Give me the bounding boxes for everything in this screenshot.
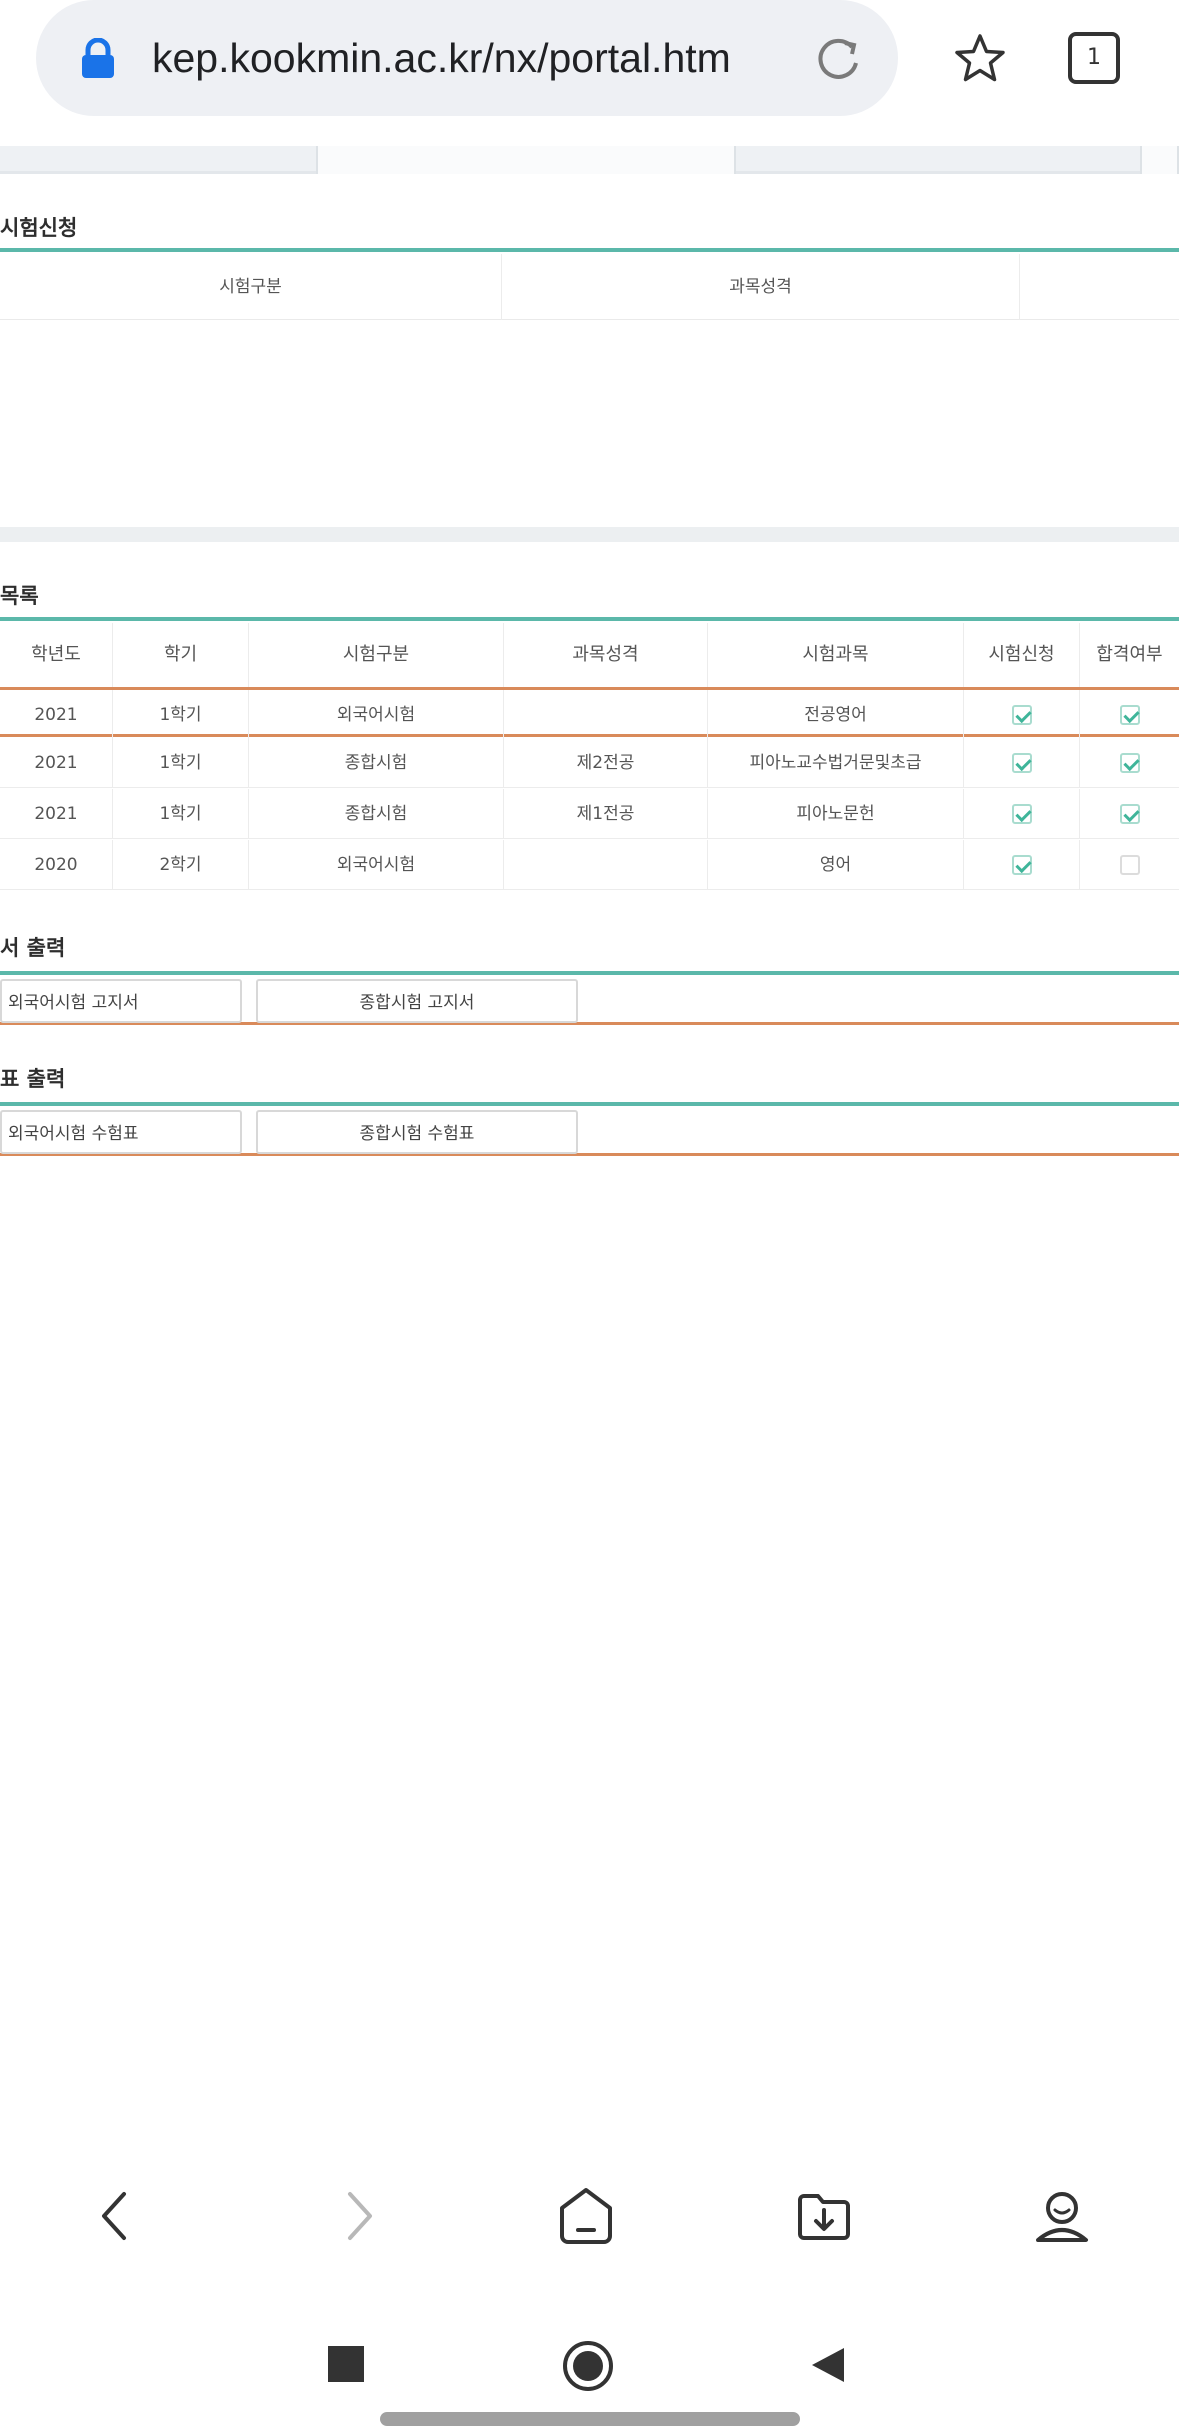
- section-separator: [0, 527, 1179, 542]
- cell-passed: [1080, 789, 1179, 839]
- cell-applied: [964, 690, 1080, 740]
- cell-applied: [964, 738, 1080, 788]
- page-top-stripe: [0, 146, 1179, 174]
- table-row[interactable]: 2020 2학기 외국어시험 영어: [0, 840, 1179, 890]
- home-button[interactable]: [562, 2340, 614, 2392]
- back-button[interactable]: [810, 2346, 846, 2384]
- cell-exam-type: 종합시험: [249, 738, 504, 788]
- cell-subject-nature: [504, 840, 708, 890]
- tab-strip-segment: [316, 146, 736, 174]
- cell-applied: [964, 789, 1080, 839]
- cell-term: 1학기: [113, 738, 249, 788]
- passed-checkbox[interactable]: [1119, 855, 1140, 875]
- table-row[interactable]: 2021 1학기 종합시험 제2전공 피아노교수법거문및초급: [0, 738, 1179, 788]
- star-icon[interactable]: [952, 31, 1008, 87]
- header-subject-nature: 과목성격: [504, 623, 708, 687]
- cell-subject: 피아노교수법거문및초급: [708, 738, 964, 788]
- cell-subject-nature: [504, 690, 708, 740]
- cell-subject-nature: 제2전공: [504, 738, 708, 788]
- cell-year: 2021: [0, 738, 113, 788]
- gesture-handle[interactable]: [380, 2412, 800, 2426]
- cell-subject-nature: 제1전공: [504, 789, 708, 839]
- ticket-section-title: 표 출력: [0, 1067, 66, 1091]
- forward-arrow-icon[interactable]: [328, 2186, 388, 2246]
- cell-passed: [1080, 840, 1179, 890]
- tabs-count-label: 1: [1087, 45, 1101, 70]
- tabs-count-button[interactable]: 1: [1068, 32, 1120, 84]
- notice-button-bar: 외국어시험 고지서 종합시험 고지서: [0, 971, 1179, 1025]
- table-row[interactable]: 2021 1학기 외국어시험 전공영어: [0, 687, 1179, 740]
- header-subject: 시험과목: [708, 623, 964, 687]
- header-year: 학년도: [0, 623, 113, 687]
- foreign-language-ticket-button[interactable]: 외국어시험 수험표: [0, 1110, 242, 1154]
- section-divider: [0, 248, 1179, 252]
- cell-term: 1학기: [113, 789, 249, 839]
- notice-section-title: 서 출력: [0, 936, 66, 960]
- home-icon[interactable]: [556, 2186, 616, 2246]
- reload-icon[interactable]: [812, 33, 864, 85]
- application-section-title: 시험신청: [0, 216, 78, 240]
- header-term: 학기: [113, 623, 249, 687]
- recent-apps-button[interactable]: [328, 2346, 364, 2382]
- ticket-button-bar: 외국어시험 수험표 종합시험 수험표: [0, 1102, 1179, 1156]
- passed-checkbox[interactable]: [1119, 753, 1140, 773]
- cell-exam-type: 외국어시험: [249, 690, 504, 740]
- cell-passed: [1080, 690, 1179, 740]
- cell-subject: 피아노문헌: [708, 789, 964, 839]
- list-section-title: 목록: [0, 584, 39, 608]
- header-empty: [1020, 254, 1179, 320]
- cell-term: 1학기: [113, 690, 249, 740]
- list-table-header: 학년도 학기 시험구분 과목성격 시험과목 시험신청 합격여부: [0, 623, 1179, 687]
- foreign-language-notice-button[interactable]: 외국어시험 고지서: [0, 979, 242, 1023]
- url-text[interactable]: kep.kookmin.ac.kr/nx/portal.htm: [152, 30, 762, 86]
- cell-subject: 전공영어: [708, 690, 964, 740]
- applied-checkbox[interactable]: [1011, 753, 1032, 773]
- cell-term: 2학기: [113, 840, 249, 890]
- passed-checkbox[interactable]: [1119, 705, 1140, 725]
- lock-icon: [82, 38, 114, 78]
- cell-year: 2021: [0, 789, 113, 839]
- applied-checkbox[interactable]: [1011, 705, 1032, 725]
- system-nav-bar: [0, 2320, 1179, 2435]
- application-table-header: 시험구분 과목성격: [0, 254, 1179, 320]
- header-applied: 시험신청: [964, 623, 1080, 687]
- cell-year: 2020: [0, 840, 113, 890]
- header-subject-nature: 과목성격: [502, 254, 1020, 320]
- applied-checkbox[interactable]: [1011, 855, 1032, 875]
- download-folder-icon[interactable]: [794, 2186, 854, 2246]
- header-passed: 합격여부: [1096, 644, 1163, 665]
- passed-checkbox[interactable]: [1119, 804, 1140, 824]
- cell-exam-type: 종합시험: [249, 789, 504, 839]
- browser-bottom-nav: [0, 2160, 1179, 2270]
- section-divider: [0, 617, 1179, 621]
- cell-applied: [964, 840, 1080, 890]
- cell-exam-type: 외국어시험: [249, 840, 504, 890]
- table-row[interactable]: 2021 1학기 종합시험 제1전공 피아노문헌: [0, 789, 1179, 839]
- header-exam-type: 시험구분: [0, 254, 502, 320]
- tab-strip-segment: [1140, 146, 1179, 174]
- comprehensive-ticket-button[interactable]: 종합시험 수험표: [256, 1110, 578, 1154]
- cell-subject: 영어: [708, 840, 964, 890]
- back-arrow-icon[interactable]: [86, 2186, 146, 2246]
- header-exam-type: 시험구분: [249, 623, 504, 687]
- cell-passed: [1080, 738, 1179, 788]
- applied-checkbox[interactable]: [1011, 804, 1032, 824]
- profile-icon[interactable]: [1032, 2186, 1092, 2246]
- comprehensive-notice-button[interactable]: 종합시험 고지서: [256, 979, 578, 1023]
- cell-year: 2021: [0, 690, 113, 740]
